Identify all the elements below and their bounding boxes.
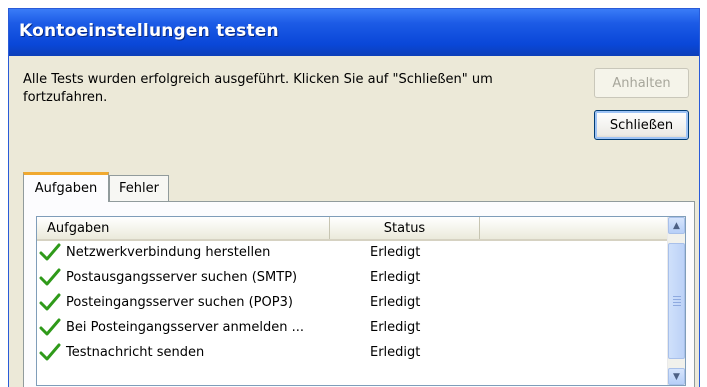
table-row[interactable]: Posteingangsserver suchen (POP3) Erledig… bbox=[37, 291, 669, 316]
task-name: Posteingangsserver suchen (POP3) bbox=[66, 295, 293, 310]
check-icon bbox=[39, 318, 61, 336]
task-name: Postausgangsserver suchen (SMTP) bbox=[66, 270, 298, 285]
test-account-settings-dialog: Kontoeinstellungen testen Alle Tests wur… bbox=[8, 8, 700, 387]
check-icon bbox=[39, 243, 61, 261]
arrow-up-icon[interactable]: ▲ bbox=[668, 217, 685, 234]
vertical-scrollbar[interactable]: ▲ ▼ bbox=[667, 217, 685, 385]
task-status: Erledigt bbox=[370, 320, 421, 335]
scrollbar-thumb[interactable] bbox=[668, 243, 685, 359]
check-icon bbox=[39, 268, 61, 286]
table-row[interactable]: Postausgangsserver suchen (SMTP) Erledig… bbox=[37, 266, 669, 291]
task-list: Aufgaben Status Netzwerkverbindung herst… bbox=[36, 216, 686, 386]
check-icon bbox=[39, 343, 61, 361]
window-title: Kontoeinstellungen testen bbox=[19, 21, 279, 41]
column-header-tasks[interactable]: Aufgaben bbox=[37, 217, 330, 239]
table-row[interactable]: Netzwerkverbindung herstellen Erledigt bbox=[37, 241, 669, 266]
tab-aufgaben[interactable]: Aufgaben bbox=[23, 172, 109, 202]
task-name: Testnachricht senden bbox=[66, 345, 205, 360]
table-row[interactable]: Bei Posteingangsserver anmelden ... Erle… bbox=[37, 316, 669, 341]
stop-button[interactable]: Anhalten bbox=[594, 68, 689, 98]
task-status: Erledigt bbox=[370, 270, 421, 285]
task-status: Erledigt bbox=[370, 295, 421, 310]
close-button[interactable]: Schließen bbox=[594, 110, 689, 140]
arrow-down-icon[interactable]: ▼ bbox=[668, 368, 685, 385]
tab-fehler[interactable]: Fehler bbox=[109, 175, 169, 201]
table-row[interactable]: Testnachricht senden Erledigt bbox=[37, 341, 669, 366]
task-status: Erledigt bbox=[370, 345, 421, 360]
task-status: Erledigt bbox=[370, 245, 421, 260]
check-icon bbox=[39, 293, 61, 311]
status-message: Alle Tests wurden erfolgreich ausgeführt… bbox=[23, 72, 493, 105]
title-bar[interactable]: Kontoeinstellungen testen bbox=[9, 9, 699, 56]
task-name: Bei Posteingangsserver anmelden ... bbox=[66, 320, 304, 335]
tasks-panel: Aufgaben Status Netzwerkverbindung herst… bbox=[23, 201, 695, 387]
column-header-status[interactable]: Status bbox=[330, 217, 480, 239]
list-header: Aufgaben Status bbox=[37, 217, 669, 241]
task-name: Netzwerkverbindung herstellen bbox=[66, 245, 271, 260]
